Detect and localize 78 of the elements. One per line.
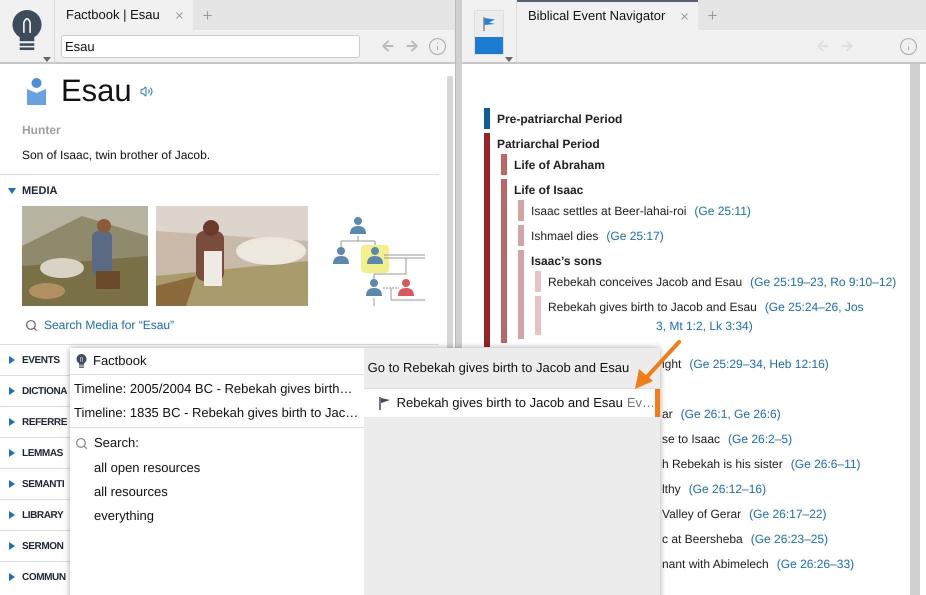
search-option[interactable]: everything [70, 504, 364, 528]
section-header[interactable]: MEDIA [8, 184, 439, 198]
scrollbar[interactable] [910, 64, 920, 595]
factbook-menu-button[interactable] [11, 10, 43, 52]
scripture-link[interactable]: (Ge 26:17–22) [749, 507, 827, 521]
caret-icon[interactable] [43, 57, 51, 62]
result-type: Ev… [626, 394, 655, 412]
search-option[interactable]: all open resources [70, 456, 364, 480]
event-label[interactable]: Isaac’s sons [531, 250, 900, 271]
close-icon[interactable] [679, 10, 690, 22]
scripture-link[interactable]: (Ge 26:26–33) [776, 557, 854, 571]
scripture-link[interactable]: (Ge 26:2–5) [728, 432, 792, 446]
family-tree-drawing[interactable] [333, 216, 425, 306]
event-label[interactable]: ar [662, 407, 673, 421]
search-option[interactable]: all resources [70, 480, 364, 504]
search-field[interactable]: Esau [61, 34, 360, 58]
close-icon[interactable] [174, 10, 185, 20]
collapsed-triangle-icon[interactable] [8, 511, 16, 519]
event-label[interactable]: Pre-patriarchal Period [497, 108, 900, 129]
scripture-link[interactable]: (Ge 25:19–23, Ro 9:10–12) [750, 274, 896, 288]
event-label[interactable]: Rebekah gives birth to Jacob and Esau (Ge 25:24–26, Jos [548, 296, 900, 317]
collapsed-triangle-icon[interactable] [8, 449, 16, 457]
suggestion-item[interactable]: Timeline: 2005/2004 BC - Rebekah gives birth… [70, 377, 364, 401]
new-tab-icon[interactable] [200, 8, 214, 22]
pointer-arrow [633, 339, 683, 391]
scripture-link[interactable]: (Ge 26:12–16) [688, 482, 766, 496]
scripture-link[interactable]: 3, Mt 1:2, Lk 3:34) [656, 319, 753, 333]
collapsed-triangle-icon[interactable] [8, 387, 16, 395]
scripture-link[interactable]: (Ge 26:23–25) [750, 532, 828, 546]
event-label[interactable]: nant with Abimelech [662, 557, 769, 571]
event-label[interactable]: Isaac settles at Beer-lahai-roi (Ge 25:11) [531, 200, 900, 221]
event-label[interactable]: lthy [662, 482, 681, 496]
resource-cover-button[interactable] [474, 10, 504, 55]
flag-icon [378, 396, 390, 410]
info-icon[interactable] [899, 36, 918, 56]
scripture-link[interactable]: (Ge 26:6–11) [790, 457, 861, 471]
event-label[interactable]: Rebekah conceives Jacob and Esau (Ge 25:19–23, Ro 9:10–12) [548, 271, 900, 292]
panel-tab[interactable]: Factbook | Esau [55, 0, 193, 30]
scripture-link[interactable]: (Ge 26:1, Ge 26:6) [680, 407, 781, 421]
scripture-link[interactable]: (Ge 25:24–26, Jos [764, 300, 864, 314]
event-label[interactable]: h Rebekah is his sister [662, 457, 783, 471]
event-label[interactable]: Life of Isaac [514, 179, 900, 200]
event-label[interactable]: c at Beersheba [662, 532, 743, 546]
collapsed-triangle-icon[interactable] [8, 356, 16, 364]
speaker-icon[interactable] [140, 84, 153, 98]
collapsed-triangle-icon[interactable] [8, 542, 16, 550]
popup-header: Factbook [93, 352, 146, 370]
search-icon [25, 318, 38, 332]
collapsed-triangle-icon[interactable] [8, 573, 16, 581]
person-icon [27, 78, 46, 104]
collapsed-triangle-icon[interactable] [8, 418, 16, 426]
flag-icon [483, 17, 495, 31]
event-label[interactable]: Valley of Gerar [662, 507, 742, 521]
lightbulb-icon [76, 354, 87, 368]
search-media-link[interactable]: Search Media for “Esau” [44, 316, 174, 334]
lightbulb-icon [11, 10, 43, 52]
search-icon [75, 436, 88, 450]
scripture-link[interactable]: (Ge 25:17) [606, 228, 664, 242]
suggestion-item[interactable]: Timeline: 1835 BC - Rebekah gives birth to Jac… [70, 401, 364, 425]
new-tab-icon[interactable] [706, 8, 720, 22]
result-title: Rebekah gives birth to Jacob and Esau [396, 394, 623, 412]
caret-icon[interactable] [505, 57, 513, 62]
event-label[interactable]: Ishmael dies (Ge 25:17) [531, 225, 900, 246]
info-icon[interactable] [428, 36, 447, 56]
search-label: Search: [94, 434, 139, 452]
event-label[interactable]: ight [662, 357, 682, 371]
event-label[interactable]: se to Isaac [662, 432, 720, 446]
entry-title: Esau [61, 73, 132, 109]
expanded-triangle-icon[interactable] [8, 187, 16, 195]
panel-tab[interactable]: Biblical Event Navigator [517, 0, 698, 30]
scripture-link[interactable]: (Ge 25:11) [694, 204, 751, 218]
event-label[interactable]: Patriarchal Period [497, 133, 900, 154]
scripture-link[interactable]: (Ge 25:29–34, Heb 12:16) [689, 357, 829, 371]
entry-description: Son of Isaac, twin brother of Jacob. [22, 147, 212, 164]
collapsed-triangle-icon[interactable] [8, 480, 16, 488]
entry-subtitle: Hunter [22, 122, 62, 139]
go-to-result[interactable]: Rebekah gives birth to Jacob and Esau Ev… [364, 389, 660, 417]
event-label[interactable]: Life of Abraham [514, 154, 900, 175]
